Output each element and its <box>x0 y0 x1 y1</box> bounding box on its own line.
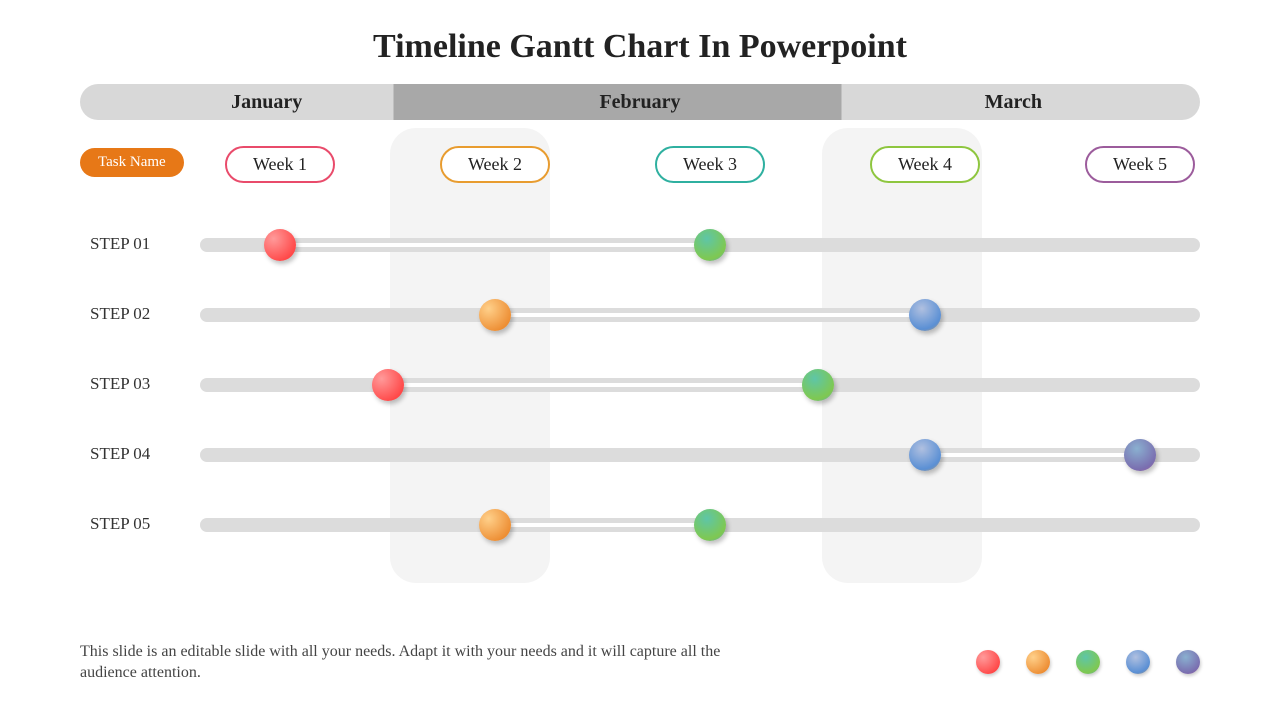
task-name-badge: Task Name <box>80 148 184 177</box>
start-dot <box>909 439 941 471</box>
caption-text: This slide is an editable slide with all… <box>80 641 780 684</box>
connector-line <box>495 313 925 317</box>
legend <box>976 650 1200 674</box>
start-dot <box>479 509 511 541</box>
gantt-rows: STEP 01 STEP 02 STEP 03 STEP 04 STEP 05 <box>80 224 1200 574</box>
connector-line <box>925 453 1140 457</box>
start-dot <box>479 299 511 331</box>
end-dot <box>1124 439 1156 471</box>
gantt-row: STEP 05 <box>80 504 1200 574</box>
week-pill-4: Week 4 <box>870 146 980 183</box>
end-dot <box>802 369 834 401</box>
gantt-chart: Task Name Week 1 Week 2 Week 3 Week 4 We… <box>80 144 1200 584</box>
connector-line <box>495 523 710 527</box>
month-mar: March <box>827 84 1200 120</box>
gantt-row: STEP 04 <box>80 434 1200 504</box>
start-dot <box>372 369 404 401</box>
legend-dot <box>1076 650 1100 674</box>
row-label: STEP 05 <box>90 514 150 534</box>
legend-dot <box>976 650 1000 674</box>
header-row: Task Name Week 1 Week 2 Week 3 Week 4 We… <box>80 144 1200 184</box>
month-feb: February <box>453 84 826 120</box>
footer: This slide is an editable slide with all… <box>80 641 1200 684</box>
end-dot <box>694 509 726 541</box>
months-bar: January February March <box>80 84 1200 120</box>
legend-dot <box>1126 650 1150 674</box>
legend-dot <box>1176 650 1200 674</box>
end-dot <box>909 299 941 331</box>
gantt-row: STEP 02 <box>80 294 1200 364</box>
end-dot <box>694 229 726 261</box>
slide-title: Timeline Gantt Chart In Powerpoint <box>0 0 1280 84</box>
gantt-row: STEP 01 <box>80 224 1200 294</box>
legend-dot <box>1026 650 1050 674</box>
start-dot <box>264 229 296 261</box>
row-label: STEP 04 <box>90 444 150 464</box>
week-pill-5: Week 5 <box>1085 146 1195 183</box>
week-pill-2: Week 2 <box>440 146 550 183</box>
gantt-row: STEP 03 <box>80 364 1200 434</box>
month-jan: January <box>80 84 453 120</box>
connector-line <box>388 383 818 387</box>
connector-line <box>280 243 710 247</box>
row-label: STEP 03 <box>90 374 150 394</box>
week-pill-3: Week 3 <box>655 146 765 183</box>
week-pill-1: Week 1 <box>225 146 335 183</box>
row-label: STEP 01 <box>90 234 150 254</box>
row-label: STEP 02 <box>90 304 150 324</box>
